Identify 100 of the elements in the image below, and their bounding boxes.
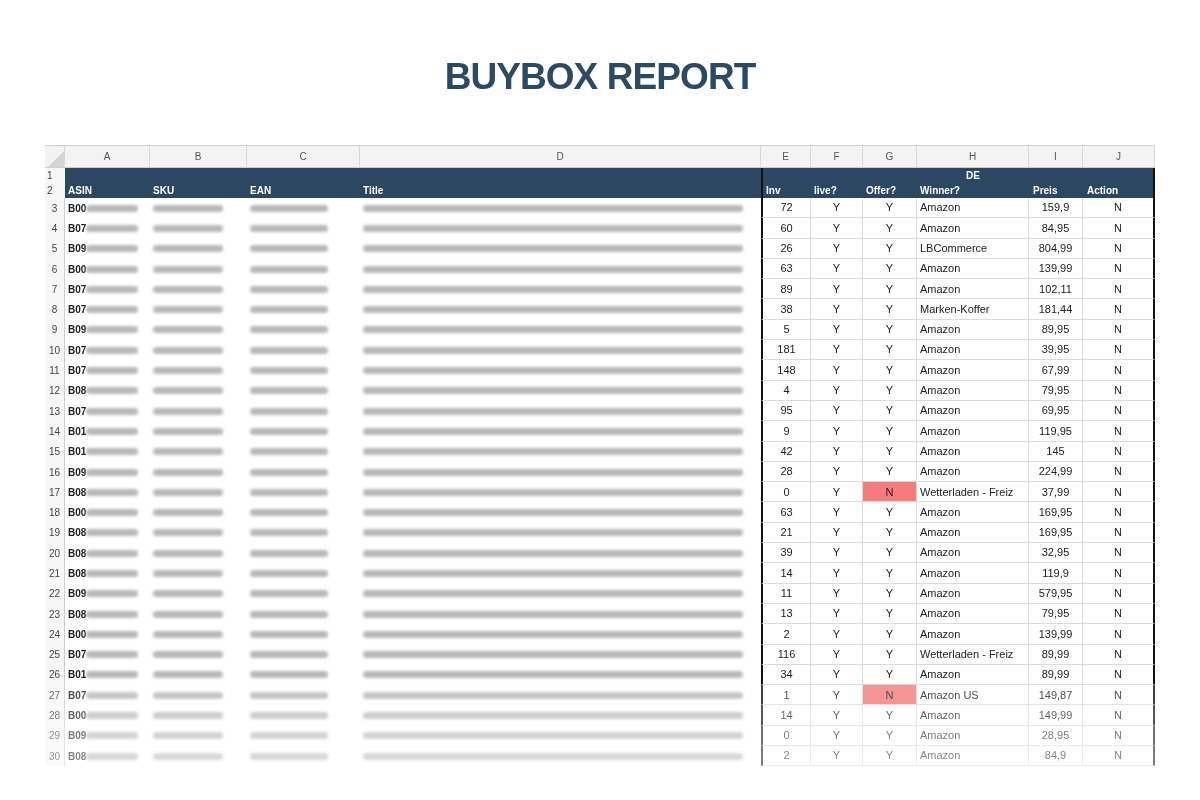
live-cell: Y [811, 725, 863, 746]
asin-cell-text: B00 [68, 709, 87, 724]
offer-cell: Y [863, 563, 917, 584]
action-cell: N [1083, 380, 1155, 401]
blurred-text [86, 549, 139, 557]
asin-cell-text: B09 [68, 242, 87, 257]
blurred-text [153, 630, 223, 638]
blurred-text [86, 407, 139, 415]
row-number: 15 [48, 445, 61, 460]
price-cell: 67,99 [1029, 360, 1083, 381]
inv-cell: 2 [761, 746, 811, 767]
row-number: 8 [51, 303, 58, 318]
row-number: 29 [48, 729, 61, 744]
column-letter[interactable]: F [833, 149, 840, 164]
live-cell: Y [811, 563, 863, 584]
action-cell: N [1083, 482, 1155, 503]
action-cell: N [1083, 522, 1155, 544]
blurred-text [153, 245, 223, 253]
winner-cell: Wetterladen - Freiz [917, 482, 1029, 503]
column-letter[interactable]: A [103, 149, 111, 164]
offer-cell: Y [863, 198, 917, 219]
inv-cell: 13 [761, 603, 811, 625]
asin-cell-text: B01 [68, 445, 87, 460]
inv-cell: 26 [761, 238, 811, 259]
inv-cell: 38 [761, 299, 811, 320]
winner-cell: Amazon [917, 543, 1029, 564]
offer-cell: Y [863, 319, 917, 341]
inv-cell: 14 [761, 705, 811, 726]
offer-cell: Y [863, 441, 917, 462]
inv-cell: 14 [761, 563, 811, 584]
column-letter[interactable]: I [1054, 149, 1057, 164]
row-number: 13 [48, 404, 61, 419]
column-letter[interactable]: H [968, 149, 977, 164]
row-number: 16 [48, 465, 61, 480]
column-letter[interactable]: B [194, 149, 202, 164]
inv-cell: 148 [761, 360, 811, 381]
row-number: 17 [48, 485, 61, 500]
offer-cell: Y [863, 258, 917, 280]
live-cell: Y [811, 502, 863, 523]
column-letter[interactable]: D [556, 149, 564, 164]
live-cell: Y [811, 441, 863, 462]
live-cell: Y [811, 218, 863, 239]
blurred-text [86, 245, 139, 253]
blurred-text [153, 752, 223, 760]
asin-cell-text: B07 [68, 303, 87, 318]
row-number: 24 [48, 627, 61, 642]
blurred-text [153, 265, 223, 273]
blurred-text [86, 387, 139, 395]
live-cell: Y [811, 400, 863, 422]
row-number: 5 [51, 242, 58, 257]
winner-cell: Amazon [917, 746, 1029, 767]
select-all-corner-icon[interactable] [48, 151, 64, 167]
price-cell: 39,95 [1029, 340, 1083, 361]
row-number: 3 [51, 201, 58, 216]
inv-cell: 9 [761, 421, 811, 442]
winner-cell: Wetterladen - Freiz [917, 644, 1029, 665]
asin-cell-text: B07 [68, 688, 87, 703]
inv-cell: 1 [761, 685, 811, 706]
live-cell: Y [811, 543, 863, 564]
blurred-text [86, 671, 139, 679]
offer-cell: Y [863, 279, 917, 300]
blurred-text [153, 285, 223, 293]
winner-cell: Amazon US [917, 685, 1029, 706]
column-letter[interactable]: G [885, 149, 894, 164]
asin-cell-text: B09 [68, 465, 87, 480]
live-cell: Y [811, 482, 863, 503]
price-cell: 37,99 [1029, 482, 1083, 503]
blurred-text [86, 306, 139, 314]
price-cell: 159,9 [1029, 198, 1083, 219]
live-cell: Y [811, 705, 863, 726]
asin-cell-text: B09 [68, 729, 87, 744]
column-header: Offer? [866, 184, 896, 198]
blurred-text [153, 651, 223, 659]
column-letter[interactable]: E [782, 149, 789, 164]
blurred-text [153, 346, 223, 354]
blurred-text [86, 448, 139, 456]
offer-cell: Y [863, 461, 917, 483]
blurred-text [86, 732, 139, 740]
inv-cell: 2 [761, 624, 811, 645]
asin-cell-text: B00 [68, 506, 87, 521]
winner-cell: Amazon [917, 563, 1029, 584]
asin-cell-text: B01 [68, 668, 87, 683]
price-cell: 579,95 [1029, 583, 1083, 604]
winner-cell: Amazon [917, 441, 1029, 462]
row-number: 21 [48, 567, 61, 581]
blurred-text [153, 691, 223, 699]
price-cell: 84,9 [1029, 746, 1083, 767]
asin-cell-text: B08 [68, 546, 87, 561]
offer-cell: Y [863, 583, 917, 604]
column-header: Inv [766, 184, 781, 198]
blurred-text [86, 265, 139, 273]
row-number: 23 [48, 607, 61, 622]
action-cell: N [1083, 685, 1155, 706]
winner-cell: Amazon [917, 461, 1029, 483]
column-letter[interactable]: J [1116, 149, 1121, 164]
column-letter[interactable]: C [299, 149, 307, 164]
live-cell: Y [811, 258, 863, 280]
live-cell: Y [811, 664, 863, 686]
asin-cell-text: B09 [68, 323, 87, 338]
live-cell: Y [811, 746, 863, 767]
